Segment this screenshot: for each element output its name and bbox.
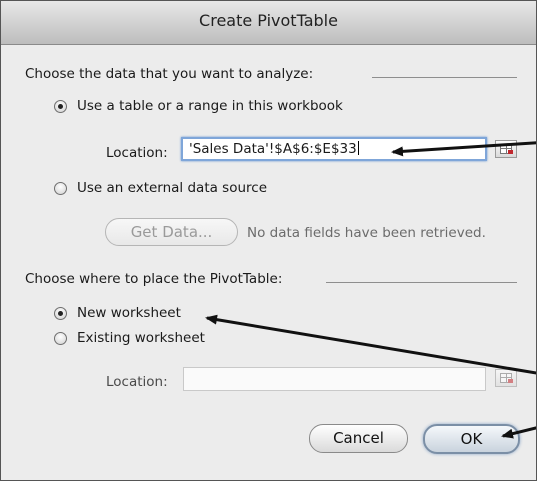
source-separator <box>372 77 517 78</box>
source-location-value: 'Sales Data'!$A$6:$E$33 <box>189 141 357 157</box>
source-location-input[interactable]: 'Sales Data'!$A$6:$E$33 <box>181 137 487 161</box>
source-range-select-button[interactable] <box>495 140 517 158</box>
place-location-input[interactable] <box>183 367 486 391</box>
source-heading: Choose the data that you want to analyze… <box>25 66 314 82</box>
ok-button[interactable]: OK <box>423 424 520 454</box>
radio-existing-worksheet[interactable]: Existing worksheet <box>54 330 205 346</box>
dialog-body: Choose the data that you want to analyze… <box>0 45 537 481</box>
radio-new-worksheet-label: New worksheet <box>77 305 181 321</box>
radio-button-icon[interactable] <box>54 99 67 113</box>
cancel-button[interactable]: Cancel <box>309 424 408 453</box>
place-separator <box>326 282 517 283</box>
source-location-label: Location: <box>106 145 168 161</box>
dialog-title: Create PivotTable <box>199 11 338 30</box>
radio-external-source[interactable]: Use an external data source <box>54 180 267 196</box>
text-caret <box>357 141 359 155</box>
radio-new-worksheet[interactable]: New worksheet <box>54 305 181 321</box>
radio-existing-worksheet-label: Existing worksheet <box>77 330 205 346</box>
get-data-button[interactable]: Get Data... <box>105 218 238 246</box>
range-select-accent <box>508 150 513 154</box>
range-select-accent <box>508 379 513 383</box>
place-range-select-button[interactable] <box>495 369 517 387</box>
radio-external-source-label: Use an external data source <box>77 180 268 196</box>
get-data-status: No data fields have been retrieved. <box>247 225 486 241</box>
place-location-label: Location: <box>106 374 168 390</box>
radio-button-icon[interactable] <box>54 181 67 195</box>
radio-use-table[interactable]: Use a table or a range in this workbook <box>54 98 343 114</box>
place-heading: Choose where to place the PivotTable: <box>25 271 283 287</box>
title-bar: Create PivotTable <box>0 0 537 45</box>
radio-use-table-label: Use a table or a range in this workbook <box>77 98 343 114</box>
radio-button-icon[interactable] <box>54 331 67 345</box>
radio-button-icon[interactable] <box>54 306 67 320</box>
